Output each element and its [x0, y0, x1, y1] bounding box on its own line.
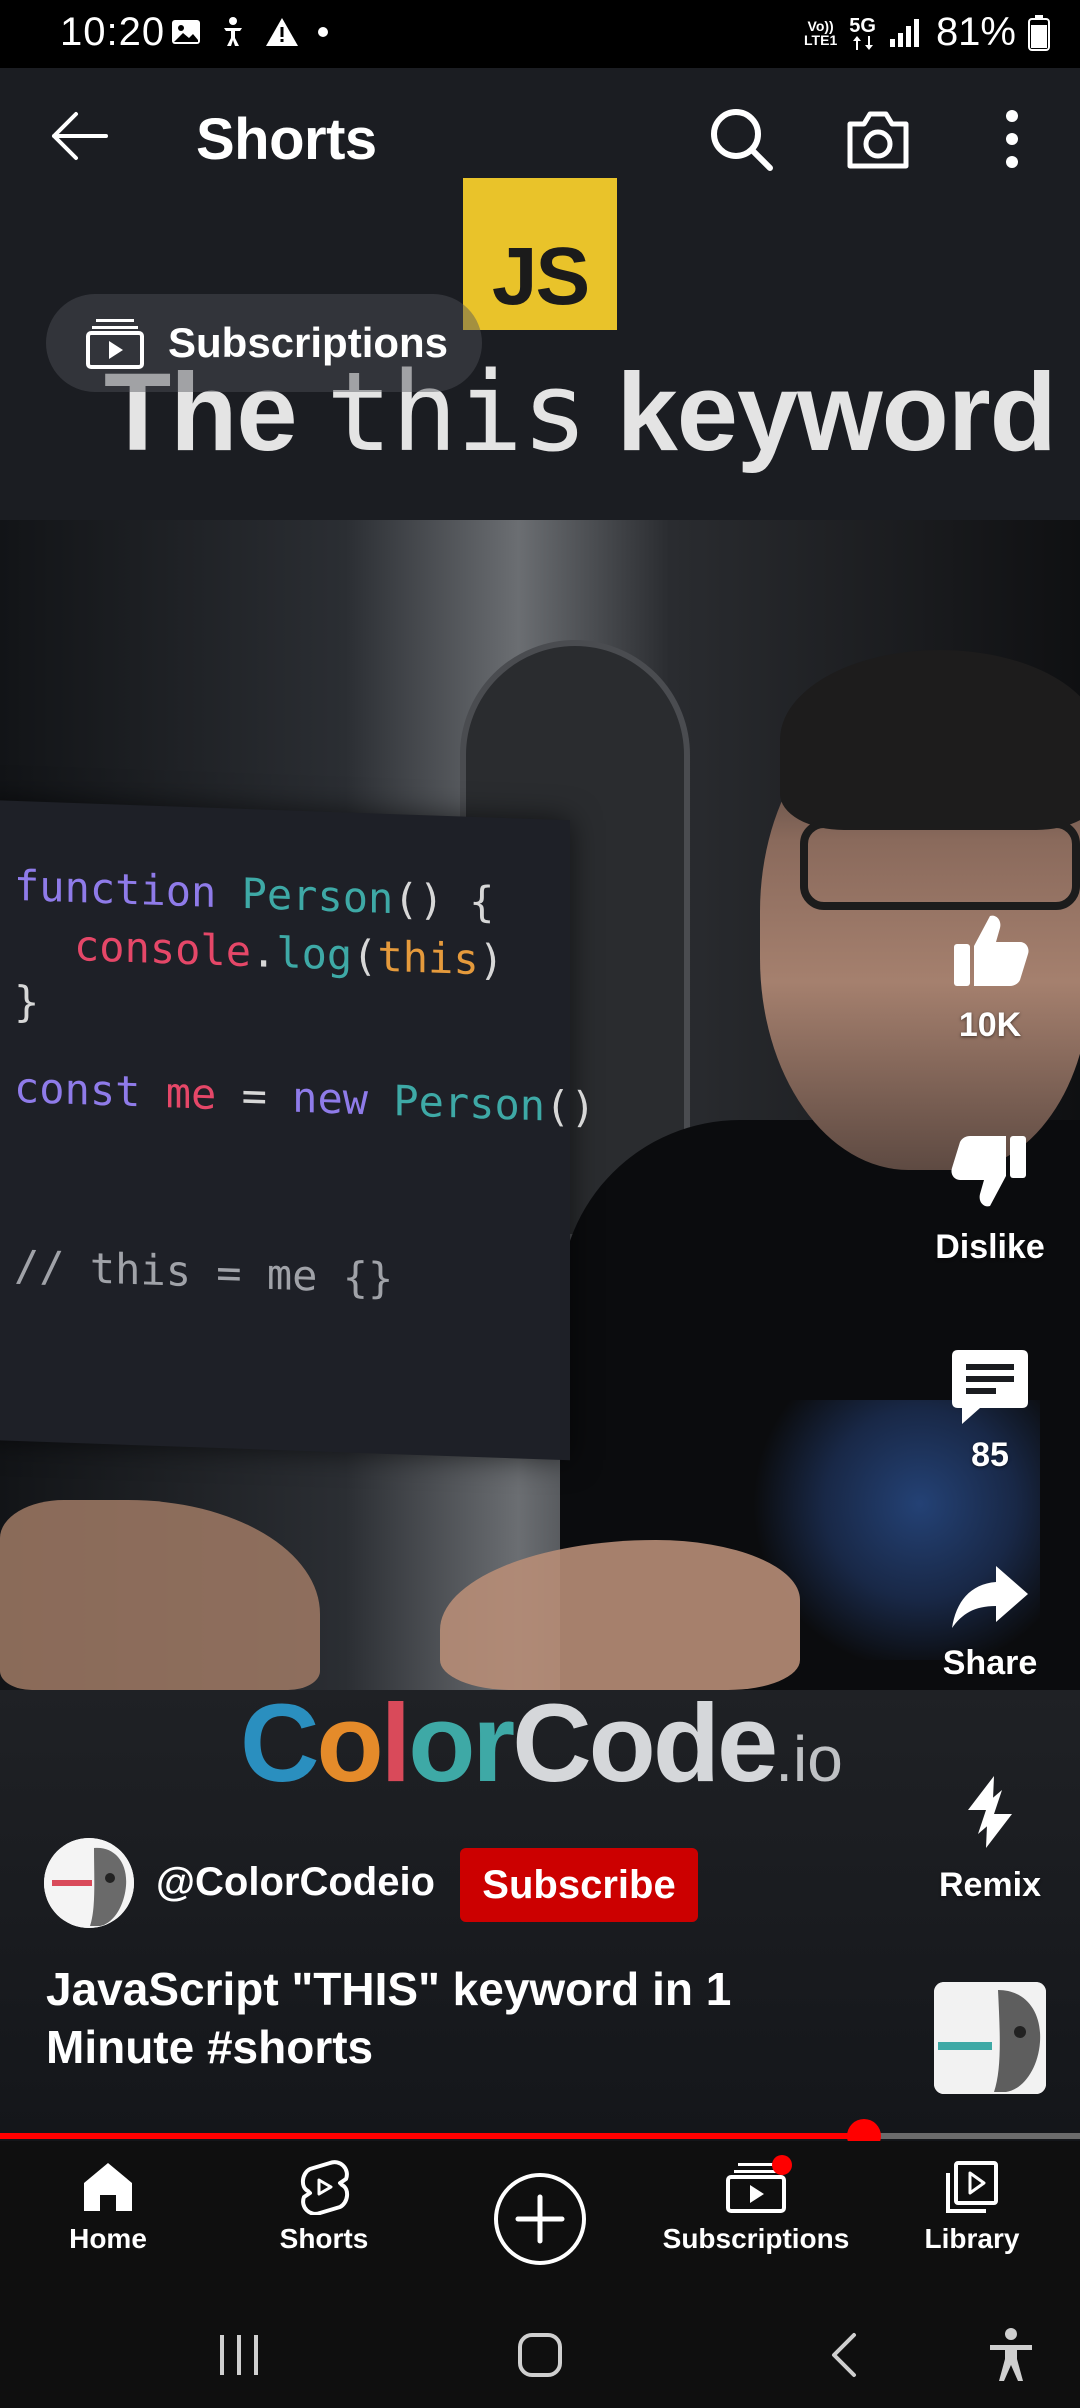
- nav-create[interactable]: [432, 2141, 648, 2299]
- battery-percent: 81%: [935, 10, 1016, 54]
- code-panel: function Person() { console.log(this) } …: [0, 799, 596, 1461]
- code-line-3: }: [14, 976, 40, 1027]
- thumbs-up-icon: [954, 915, 1029, 986]
- code-line-2: console.log(this): [74, 920, 504, 985]
- share-button[interactable]: Share: [900, 1562, 1080, 1683]
- bottom-navigation: Home Shorts Subscriptions Library: [0, 2141, 1080, 2299]
- dislike-button[interactable]: Dislike: [900, 1132, 1080, 1267]
- subscriptions-icon: [86, 319, 144, 369]
- system-navigation-bar: [0, 2299, 1080, 2408]
- nav-subscriptions[interactable]: Subscriptions: [648, 2141, 864, 2299]
- status-right: Vo)) LTE1 5G 81%: [804, 10, 1050, 55]
- library-icon: [946, 2161, 998, 2213]
- camera-icon: [847, 111, 909, 169]
- nav-library-label: Library: [924, 2223, 1020, 2254]
- notification-icons: [170, 16, 330, 48]
- sound-thumbnail[interactable]: [934, 1982, 1046, 2094]
- hand-left: [0, 1500, 320, 1690]
- home-system-icon[interactable]: [516, 2331, 564, 2379]
- status-bar: 10:20 Vo)) LTE1 5G 81%: [0, 0, 1080, 68]
- dislike-label: Dislike: [935, 1228, 1045, 1266]
- subscribe-button[interactable]: Subscribe: [460, 1848, 698, 1922]
- battery-icon: [1028, 14, 1050, 51]
- playback-progress[interactable]: [0, 2119, 1080, 2153]
- home-icon: [84, 2163, 132, 2211]
- video-scene: function Person() { console.log(this) } …: [0, 520, 1080, 1690]
- signal-icon: [889, 18, 919, 47]
- share-label: Share: [942, 1644, 1038, 1682]
- nav-library[interactable]: Library: [864, 2141, 1080, 2299]
- code-line-1: function Person() {: [14, 860, 495, 927]
- like-button[interactable]: 10K: [900, 910, 1080, 1045]
- top-app-bar: Shorts: [0, 68, 1080, 208]
- nav-subscriptions-label: Subscriptions: [662, 2223, 850, 2254]
- back-button[interactable]: [46, 106, 116, 166]
- channel-avatar[interactable]: [44, 1838, 134, 1928]
- camera-button[interactable]: [842, 104, 914, 174]
- presenter-glasses: [800, 820, 1080, 910]
- more-vertical-icon: [1006, 110, 1018, 168]
- subscriptions-chip[interactable]: Subscriptions: [46, 294, 482, 392]
- code-line-5: // this = me {}: [14, 1240, 394, 1304]
- accessibility-status-icon: [224, 17, 242, 46]
- channel-avatar-image: [44, 1838, 134, 1928]
- back-arrow-icon: [52, 112, 108, 160]
- dot-icon: [318, 27, 328, 37]
- search-icon: [711, 109, 773, 171]
- gallery-icon: [172, 20, 200, 44]
- brand-logo: ColorCode.io: [240, 1682, 843, 1805]
- more-options-button[interactable]: [990, 104, 1034, 174]
- presenter-hand: [440, 1540, 800, 1690]
- presenter-hair: [780, 650, 1080, 830]
- volte-indicator: Vo)) LTE1: [804, 17, 838, 48]
- remix-label: Remix: [938, 1866, 1042, 1904]
- sound-thumbnail-image: [934, 1982, 1046, 2094]
- notification-dot: [772, 2155, 792, 2175]
- page-title: Shorts: [196, 107, 377, 172]
- channel-handle[interactable]: @ColorCodeio: [156, 1860, 435, 1905]
- comments-count: 85: [971, 1436, 1009, 1474]
- remix-icon: [968, 1776, 1012, 1848]
- like-count: 10K: [958, 1006, 1022, 1044]
- nav-home[interactable]: Home: [0, 2141, 216, 2299]
- accessibility-icon[interactable]: [986, 2327, 1036, 2383]
- recent-apps-icon[interactable]: [214, 2333, 264, 2377]
- code-line-4: const me = new Person(): [14, 1062, 596, 1133]
- data-arrows-icon: [852, 35, 873, 50]
- nav-shorts-label: Shorts: [279, 2223, 369, 2254]
- progress-fill: [0, 2133, 864, 2139]
- create-plus-icon: [494, 2173, 586, 2265]
- warning-icon: [266, 18, 298, 46]
- back-system-icon[interactable]: [826, 2331, 862, 2379]
- shorts-icon: [301, 2160, 349, 2215]
- remix-button[interactable]: Remix: [900, 1772, 1080, 1905]
- chip-label: Subscriptions: [168, 319, 449, 366]
- 5g-indicator: 5G: [849, 16, 876, 50]
- thumbs-down-icon: [951, 1136, 1026, 1207]
- nav-shorts[interactable]: Shorts: [216, 2141, 432, 2299]
- search-button[interactable]: [706, 104, 776, 174]
- short-title[interactable]: JavaScript "THIS" keyword in 1 Minute #s…: [46, 1960, 766, 2076]
- share-arrow-icon: [952, 1566, 1028, 1628]
- comments-button[interactable]: 85: [900, 1346, 1080, 1475]
- status-time: 10:20: [60, 10, 166, 54]
- nav-home-label: Home: [69, 2223, 147, 2254]
- comment-icon: [952, 1350, 1028, 1424]
